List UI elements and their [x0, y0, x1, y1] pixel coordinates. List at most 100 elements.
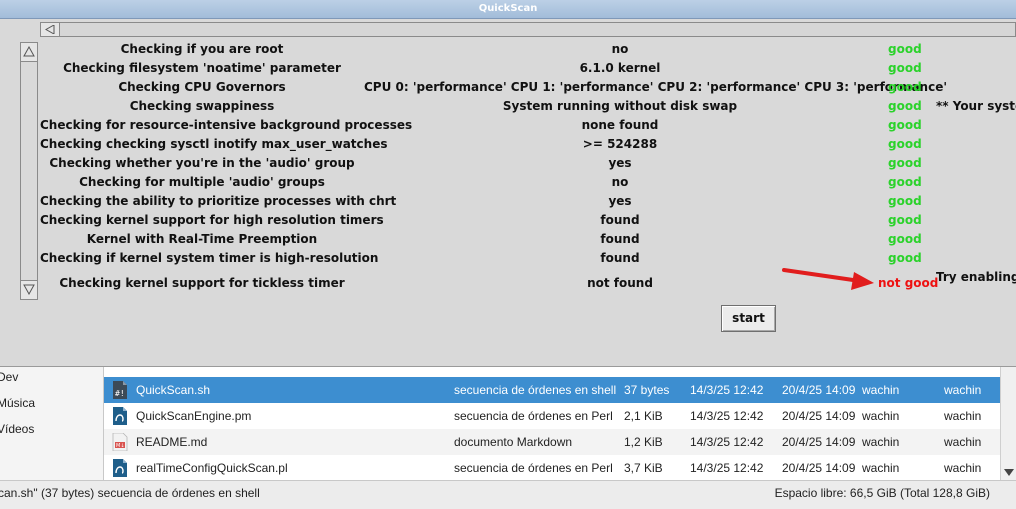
- file-accessed: 20/4/25 14:09: [782, 435, 856, 449]
- file-group: wachin: [944, 461, 982, 475]
- check-label: Kernel with Real-Time Preemption: [86, 232, 318, 246]
- svg-text:M↓: M↓: [116, 443, 125, 449]
- arrow-up-icon: [23, 46, 35, 57]
- file-type: secuencia de órdenes en shell: [454, 383, 617, 397]
- arrow-left-icon: [45, 25, 55, 34]
- check-label: Checking filesystem 'noatime' parameter: [63, 61, 341, 75]
- file-row[interactable]: realTimeConfigQuickScan.pl secuencia de …: [104, 455, 1000, 480]
- check-row: Checking CPU Governors CPU 0: 'performan…: [40, 78, 1016, 97]
- start-button[interactable]: start: [721, 305, 776, 332]
- window-title: QuickScan: [0, 0, 1016, 19]
- check-row: Kernel with Real-Time Preemption found g…: [40, 230, 1016, 249]
- check-value: found: [600, 232, 640, 246]
- check-label: Checking the ability to prioritize proce…: [40, 194, 397, 208]
- scroll-left-button[interactable]: [41, 23, 60, 36]
- check-value: no: [611, 42, 629, 56]
- check-row: Checking for multiple 'audio' groups no …: [40, 173, 1016, 192]
- check-value: yes: [608, 156, 632, 170]
- file-modified: 14/3/25 12:42: [690, 461, 764, 475]
- check-status: good: [888, 61, 922, 75]
- file-accessed: 20/4/25 14:09: [782, 383, 856, 397]
- scroll-up-button[interactable]: [21, 43, 37, 62]
- file-type: secuencia de órdenes en Perl: [454, 461, 613, 475]
- file-type: documento Markdown: [454, 435, 573, 449]
- check-label: Checking for multiple 'audio' groups: [79, 175, 325, 189]
- file-owner: wachin: [862, 409, 900, 423]
- quickscan-window: QuickScan Checking if you are root no go…: [0, 0, 1016, 367]
- check-label: Checking kernel support for high resolut…: [40, 213, 384, 227]
- check-value: >= 524288: [582, 137, 658, 151]
- perl-script-icon: [113, 459, 127, 477]
- check-label: Checking whether you're in the 'audio' g…: [49, 156, 355, 170]
- check-status: good: [888, 232, 922, 246]
- check-value: System running without disk swap: [502, 99, 738, 113]
- check-status: good: [888, 156, 922, 170]
- check-status: good: [888, 251, 922, 265]
- check-status: good: [888, 118, 922, 132]
- arrow-down-icon: [23, 284, 35, 295]
- arrow-down-icon: [1004, 469, 1014, 476]
- check-value: 6.1.0 kernel: [579, 61, 661, 75]
- sidebar-item-videos[interactable]: Vídeos: [0, 422, 34, 436]
- check-results: Checking if you are root no good Checkin…: [40, 40, 1016, 300]
- file-list: #! QuickScan.sh secuencia de órdenes en …: [104, 367, 1000, 480]
- status-free-space: Espacio libre: 66,5 GiB (Total 128,8 GiB…: [774, 486, 990, 500]
- file-owner: wachin: [862, 461, 900, 475]
- sidebar-item-dev[interactable]: Dev: [0, 370, 18, 384]
- check-status: good: [888, 194, 922, 208]
- check-status: good: [888, 137, 922, 151]
- file-size: 37 bytes: [624, 383, 670, 397]
- check-row: Checking if you are root no good: [40, 40, 1016, 59]
- file-manager-window: Dev Música Vídeos #! QuickScan.sh secuen…: [0, 367, 1016, 509]
- file-name: realTimeConfigQuickScan.pl: [136, 461, 288, 475]
- file-modified: 14/3/25 12:42: [690, 383, 764, 397]
- status-bar: can.sh" (37 bytes) secuencia de órdenes …: [0, 480, 1016, 509]
- file-group: wachin: [944, 435, 982, 449]
- horizontal-scrollbar[interactable]: [40, 22, 1016, 37]
- check-row: Checking swappiness System running witho…: [40, 97, 1016, 116]
- check-row: Checking kernel support for high resolut…: [40, 211, 1016, 230]
- file-size: 3,7 KiB: [624, 461, 663, 475]
- check-value: no: [611, 175, 629, 189]
- check-status: good: [888, 80, 922, 94]
- check-label: Checking CPU Governors: [118, 80, 286, 94]
- check-row: Checking whether you're in the 'audio' g…: [40, 154, 1016, 173]
- check-label: Checking for resource-intensive backgrou…: [40, 118, 413, 132]
- check-label: Checking swappiness: [129, 99, 275, 113]
- file-row[interactable]: M↓ README.md documento Markdown 1,2 KiB …: [104, 429, 1000, 455]
- file-size: 2,1 KiB: [624, 409, 663, 423]
- file-name: README.md: [136, 435, 208, 449]
- check-row: Checking the ability to prioritize proce…: [40, 192, 1016, 211]
- file-type: secuencia de órdenes en Perl: [454, 409, 613, 423]
- file-group: wachin: [944, 383, 982, 397]
- sidebar-item-musica[interactable]: Música: [0, 396, 35, 410]
- check-row: Checking checking sysctl inotify max_use…: [40, 135, 1016, 154]
- check-status: good: [888, 175, 922, 189]
- file-modified: 14/3/25 12:42: [690, 409, 764, 423]
- check-status: not good: [878, 276, 939, 290]
- file-name: QuickScanEngine.pm: [136, 409, 252, 423]
- check-status: good: [888, 213, 922, 227]
- check-value: CPU 0: 'performance' CPU 1: 'performance…: [364, 80, 948, 94]
- file-accessed: 20/4/25 14:09: [782, 461, 856, 475]
- check-label: Checking kernel support for tickless tim…: [59, 276, 345, 290]
- check-status: good: [888, 42, 922, 56]
- file-row[interactable]: #! QuickScan.sh secuencia de órdenes en …: [104, 377, 1000, 403]
- check-note: Try enabling tic: [936, 270, 1016, 284]
- check-label: Checking checking sysctl inotify max_use…: [40, 137, 388, 151]
- file-list-scrollbar[interactable]: [1000, 367, 1016, 480]
- status-selection-info: can.sh" (37 bytes) secuencia de órdenes …: [0, 486, 260, 500]
- file-row[interactable]: QuickScanEngine.pm secuencia de órdenes …: [104, 403, 1000, 429]
- file-name: QuickScan.sh: [136, 383, 211, 397]
- red-arrow-annotation: [782, 268, 874, 290]
- file-modified: 14/3/25 12:42: [690, 435, 764, 449]
- shell-script-icon: #!: [113, 381, 127, 399]
- file-owner: wachin: [862, 435, 900, 449]
- vertical-scrollbar[interactable]: [20, 42, 38, 300]
- file-owner: wachin: [862, 383, 900, 397]
- check-row: Checking filesystem 'noatime' parameter …: [40, 59, 1016, 78]
- file-group: wachin: [944, 409, 982, 423]
- scroll-down-button[interactable]: [21, 280, 37, 299]
- check-label: Checking if kernel system timer is high-…: [40, 251, 379, 265]
- file-size: 1,2 KiB: [624, 435, 663, 449]
